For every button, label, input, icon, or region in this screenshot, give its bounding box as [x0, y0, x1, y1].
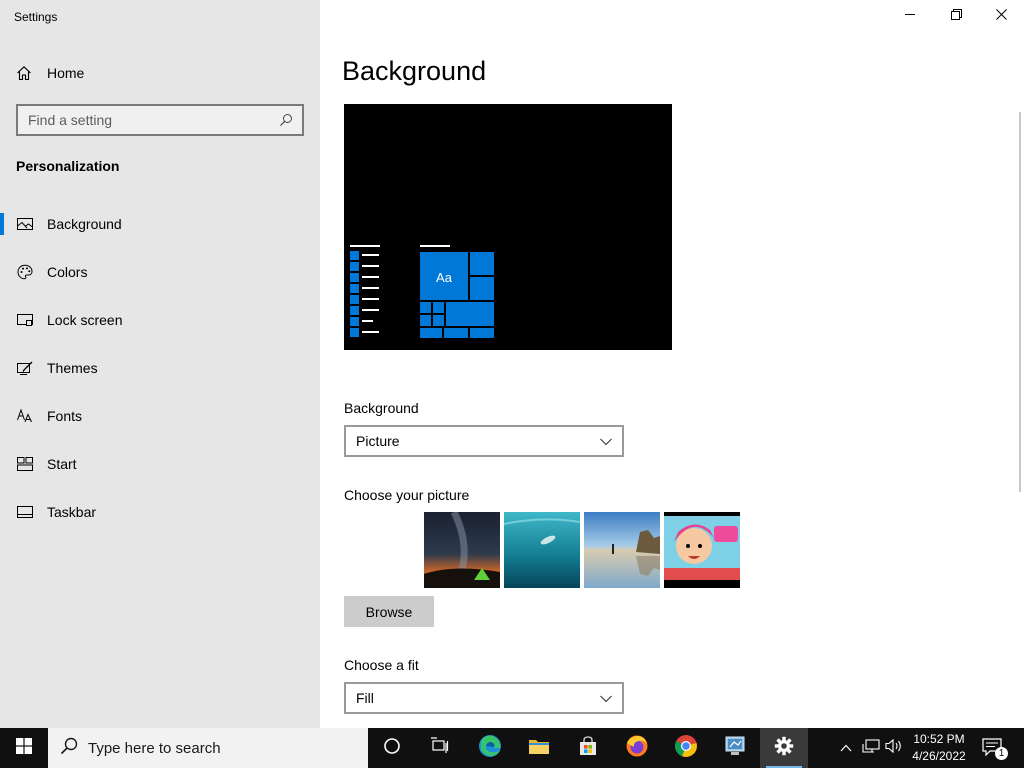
- page-title: Background: [342, 56, 487, 86]
- preview-tile-text: Aa: [436, 270, 453, 285]
- picture-thumbnail-cartoon[interactable]: [664, 512, 740, 588]
- settings-taskbar-button[interactable]: [760, 728, 808, 768]
- choose-picture-label: Choose your picture: [344, 487, 470, 503]
- picture-thumbnail-underwater[interactable]: [504, 512, 580, 588]
- nav-item-label: Start: [47, 456, 77, 472]
- sidebar: Settings Home Personalization Background…: [0, 0, 320, 728]
- show-hidden-icons-button[interactable]: [836, 728, 856, 768]
- notifications-button[interactable]: 1: [978, 728, 1008, 768]
- chevron-down-icon: [600, 690, 612, 706]
- background-value: Picture: [356, 433, 400, 449]
- home-icon: [16, 65, 32, 81]
- control-panel-icon: [723, 735, 747, 762]
- chrome-icon: [674, 734, 698, 763]
- windows-logo-icon: [16, 737, 32, 759]
- picture-thumbnail-milky-way[interactable]: [424, 512, 500, 588]
- nav-item-label: Themes: [47, 360, 98, 376]
- start-icon: [17, 456, 33, 472]
- cortana-icon: [383, 737, 401, 760]
- task-view-icon: [430, 736, 450, 760]
- clock-time: 10:52 PM: [913, 732, 965, 746]
- fit-dropdown[interactable]: Fill: [344, 682, 624, 714]
- scrollbar[interactable]: [1019, 112, 1021, 492]
- fonts-icon: [17, 408, 33, 424]
- chevron-up-icon: [840, 739, 852, 757]
- control-panel-button[interactable]: [711, 728, 759, 768]
- file-explorer-button[interactable]: [515, 728, 563, 768]
- edge-button[interactable]: [466, 728, 514, 768]
- background-label: Background: [344, 400, 419, 416]
- lock-screen-icon: [17, 312, 33, 328]
- section-title: Personalization: [16, 158, 120, 174]
- nav-item-label: Taskbar: [47, 504, 97, 520]
- nav-item-label: Lock screen: [47, 312, 123, 328]
- choose-fit-label: Choose a fit: [344, 657, 419, 673]
- home-label: Home: [47, 65, 85, 81]
- search-icon[interactable]: [278, 112, 294, 128]
- firefox-button[interactable]: [613, 728, 661, 768]
- desktop-preview: Aa: [344, 104, 672, 350]
- store-icon: [578, 735, 598, 761]
- close-button[interactable]: [978, 0, 1024, 32]
- nav-item-label: Colors: [47, 264, 88, 280]
- nav-item-fonts[interactable]: Fonts: [0, 392, 320, 440]
- task-view-button[interactable]: [416, 728, 464, 768]
- cortana-button[interactable]: [368, 728, 416, 768]
- start-button[interactable]: [0, 728, 48, 768]
- notification-icon: 1: [982, 738, 1008, 760]
- clock[interactable]: 10:52 PM 4/26/2022: [903, 731, 975, 765]
- find-setting-search[interactable]: [16, 104, 304, 136]
- minimize-button[interactable]: [887, 0, 933, 32]
- firefox-icon: [625, 734, 649, 763]
- store-button[interactable]: [564, 728, 612, 768]
- network-button[interactable]: [860, 728, 882, 768]
- picture-icon: [17, 216, 33, 232]
- browse-button[interactable]: Browse: [344, 596, 434, 627]
- volume-icon: [885, 738, 903, 759]
- taskbar-icon: [17, 504, 33, 520]
- start-menu-preview: Aa: [344, 104, 672, 350]
- taskbar-search-placeholder: Type here to search: [88, 739, 221, 757]
- chrome-button[interactable]: [662, 728, 710, 768]
- nav-item-taskbar[interactable]: Taskbar: [0, 488, 320, 536]
- find-setting-input[interactable]: [28, 112, 278, 128]
- background-dropdown[interactable]: Picture: [344, 425, 624, 457]
- network-icon: [862, 738, 880, 759]
- clock-date: 4/26/2022: [912, 749, 966, 763]
- nav-item-lock-screen[interactable]: Lock screen: [0, 296, 320, 344]
- notification-count-badge: 1: [995, 747, 1008, 760]
- search-icon: [60, 737, 78, 760]
- restore-icon: [950, 7, 962, 25]
- nav-item-start[interactable]: Start: [0, 440, 320, 488]
- home-link[interactable]: Home: [16, 62, 84, 84]
- close-icon: [995, 7, 1007, 25]
- personalization-nav: Background Colors Lock screen Themes Fon…: [0, 200, 320, 536]
- folder-icon: [528, 737, 550, 760]
- edge-icon: [478, 734, 502, 763]
- minimize-icon: [904, 7, 916, 25]
- restore-button[interactable]: [933, 0, 979, 32]
- fit-value: Fill: [356, 690, 374, 706]
- nav-item-background[interactable]: Background: [0, 200, 320, 248]
- themes-icon: [17, 360, 33, 376]
- taskbar-search[interactable]: Type here to search: [48, 728, 368, 768]
- gear-icon: [774, 736, 794, 761]
- nav-item-label: Fonts: [47, 408, 83, 424]
- chevron-down-icon: [600, 433, 612, 449]
- nav-item-colors[interactable]: Colors: [0, 248, 320, 296]
- taskbar: Type here to search 10:52 PM 4/26/2022 1: [0, 728, 1024, 768]
- nav-item-themes[interactable]: Themes: [0, 344, 320, 392]
- volume-button[interactable]: [883, 728, 905, 768]
- nav-item-label: Background: [47, 216, 122, 232]
- app-title: Settings: [14, 10, 58, 24]
- palette-icon: [17, 264, 33, 280]
- picture-thumbnail-beach[interactable]: [584, 512, 660, 588]
